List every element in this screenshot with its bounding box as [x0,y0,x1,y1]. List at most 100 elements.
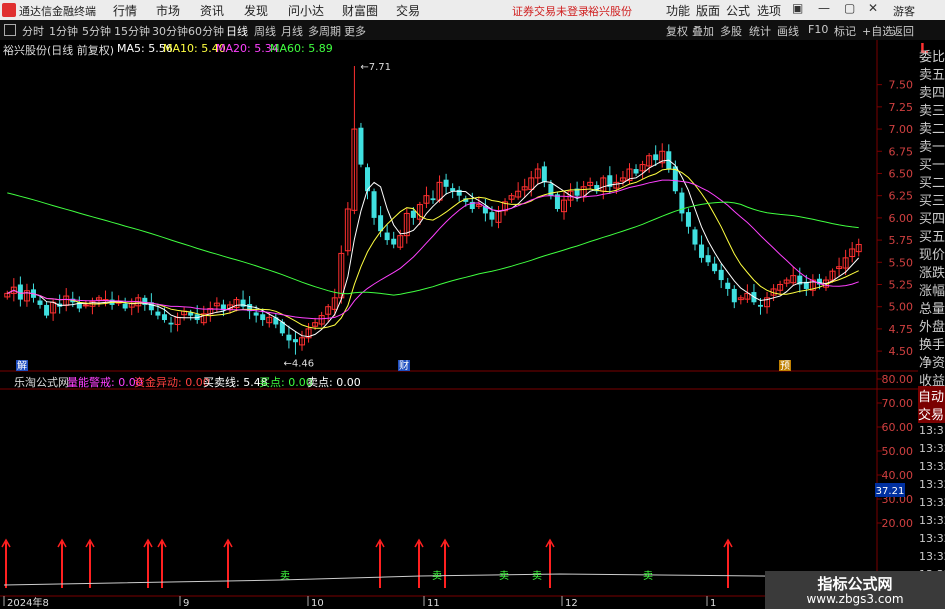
period-30min[interactable]: 30分钟 [152,23,188,39]
tool-add-watchlist[interactable]: +自选 [862,23,893,39]
period-more[interactable]: 更多 [344,23,366,39]
app-title: 通达信金融终端 [19,5,96,18]
indicator-volume-alert: 量能警戒: 0.00 [67,376,143,389]
guest-label[interactable]: 游客 [893,3,915,19]
tool-overlay[interactable]: 叠加 [692,23,714,39]
candle-down [443,179,449,187]
y-tick-label: 6.75 [889,145,914,158]
indicator-name: 乐淘公式网 [14,376,69,389]
candle-down [260,314,266,321]
stock-period-label: 裕兴股份(日线 前复权) [3,44,115,57]
side-row-4: 卖二 [919,122,945,137]
menu-item-news[interactable]: 资讯 [200,2,224,19]
menu-item-formula[interactable]: 公式 [726,2,750,19]
candle-down [168,322,174,325]
side-time-0: 13:31 [919,424,945,437]
period-intraday[interactable]: 分时 [22,23,44,39]
candle-down [653,154,659,161]
period-monthly[interactable]: 月线 [281,23,303,39]
tool-mark[interactable]: 标记 [834,23,856,39]
period-60min[interactable]: 60分钟 [188,23,224,39]
x-tick-label: 2024年8 [7,596,49,609]
candle-down [286,334,292,341]
candle-down [358,127,364,165]
ind-tick-label: 80.00 [882,373,914,386]
candle-down [37,300,43,305]
close-icon[interactable]: ✕ [868,1,878,15]
side-time-2: 13:32 [919,460,945,473]
indicator-buy-point: 买点: 0.00 [259,376,313,389]
side-row-17: 净资 [919,356,945,371]
menu-item-markets[interactable]: 市场 [156,2,180,19]
period-15min[interactable]: 15分钟 [114,23,150,39]
period-weekly[interactable]: 周线 [254,23,276,39]
kline-chart[interactable]: ←7.71 ←4.46 解 财 预 7.50 7.25 7.00 6.75 6.50 6.25 6… [0,40,918,609]
app-logo-icon [2,3,16,17]
ind-tick-label: 70.00 [882,397,914,410]
event-marker-label: 解 [17,359,27,372]
y-tick-label: 6.00 [889,212,914,225]
candle-down [430,198,436,201]
candle-down [718,269,724,281]
side-tab-0[interactable]: 自动 [918,386,945,405]
panel-toggle-icon[interactable] [4,24,16,36]
tool-f10[interactable]: F10 [808,23,828,36]
side-row-11: 现价 [919,248,945,263]
menu-item-ask[interactable]: 问小达 [288,2,324,19]
ind-tick-label: 60.00 [882,421,914,434]
candle-down [155,311,161,316]
maximize-icon[interactable]: ▢ [844,1,855,15]
candle-down [679,192,685,214]
candle-down [292,339,298,343]
candle-down [685,212,691,227]
y-tick-label: 4.50 [889,345,914,358]
candle-down [692,229,698,245]
period-multi[interactable]: 多周期 [308,23,341,39]
tool-statistics[interactable]: 统计 [749,23,771,39]
tool-draw[interactable]: 画线 [777,23,799,39]
candle-down [410,210,416,218]
restore-window-icon[interactable]: ▣ [792,1,803,15]
side-row-8: 买三 [919,194,945,209]
menu-item-options[interactable]: 选项 [757,2,781,19]
menu-item-trade[interactable]: 交易 [396,2,420,19]
sell-marker: 卖 [432,570,442,582]
candle-down [122,303,128,309]
side-time-1: 13:32 [919,442,945,455]
side-row-2: 卖四 [919,86,945,101]
y-tick-label: 7.00 [889,123,914,136]
ind-tick-label: 40.00 [882,469,914,482]
main-chart-header: 裕兴股份(日线 前复权) MA5: 5.56 MA10: 5.40 MA20: … [0,41,880,57]
menu-item-wealth[interactable]: 财富圈 [342,2,378,19]
ind-tick-label: 50.00 [882,445,914,458]
tool-back[interactable]: 返回 [892,23,914,39]
side-row-5: 卖一 [919,140,945,155]
tool-multi-stock[interactable]: 多股 [720,23,742,39]
menu-item-layout[interactable]: 版面 [696,2,720,19]
side-time-7: 13:32 [919,550,945,563]
y-tick-label: 7.50 [889,79,914,92]
period-daily[interactable]: 日线 [226,23,248,39]
x-tick-label: 10 [311,598,324,609]
current-stock-name: 裕兴股份 [588,5,632,18]
tool-adjust[interactable]: 复权 [666,23,688,39]
side-row-9: 买四 [919,212,945,227]
side-row-16: 换手 [919,338,945,353]
login-notice[interactable]: 证券交易未登录 [512,3,589,19]
menu-item-function[interactable]: 功能 [666,2,690,19]
period-1min[interactable]: 1分钟 [49,23,78,39]
indicator-header: 乐淘公式网 量能警戒: 0.00 资金异动: 0.00 买卖线: 5.48 买点… [0,373,880,389]
menu-item-discover[interactable]: 发现 [244,2,268,19]
menu-item-market[interactable]: 行情 [113,2,137,19]
sell-marker: 卖 [280,570,290,582]
watermark-url: www.zbgs3.com [806,592,904,606]
period-5min[interactable]: 5分钟 [82,23,111,39]
ind-current-value: 37.21 [876,486,905,497]
side-tab-1[interactable]: 交易 [918,404,945,423]
candle-down [705,255,711,263]
candle-down [712,263,718,272]
event-marker-label: 财 [399,359,409,372]
minimize-icon[interactable]: — [818,1,830,15]
candle-down [378,215,384,232]
side-time-6: 13:32 [919,532,945,545]
